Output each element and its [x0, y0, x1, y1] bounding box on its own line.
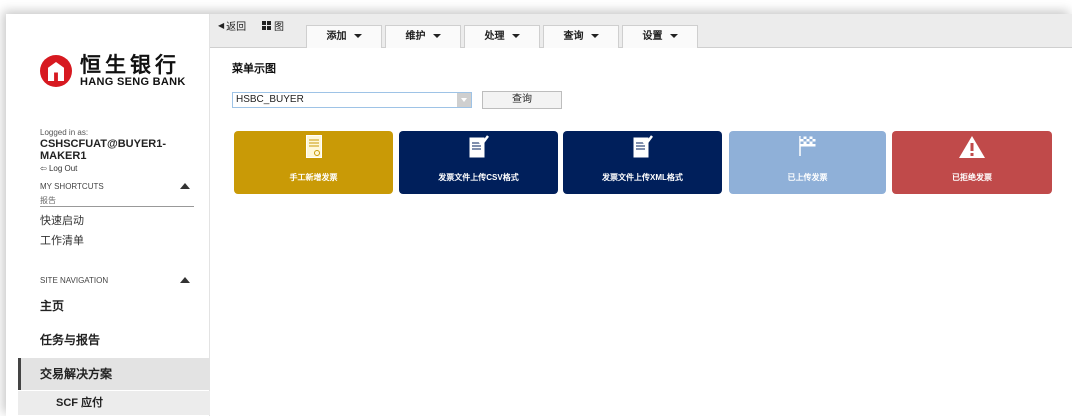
logout-link[interactable]: ⇦ Log Out	[40, 164, 209, 173]
site-navigation-header[interactable]: SITE NAVIGATION	[40, 276, 194, 285]
document-check-icon	[469, 135, 489, 158]
chevron-down-icon	[511, 34, 520, 39]
tile-label: 发票文件上传CSV格式	[438, 173, 519, 182]
back-label: 返回	[226, 22, 247, 33]
back-button[interactable]: ◀ 返回	[218, 18, 246, 33]
diagram-label: 图	[274, 22, 284, 33]
chevron-down-icon	[432, 34, 441, 39]
page-title: 菜单示图	[232, 63, 276, 75]
tab-add[interactable]: 添加	[306, 25, 382, 48]
brand-name-en: HANG SENG BANK	[80, 76, 186, 88]
login-info: Logged in as: CSHSCFUAT@BUYER1-MAKER1 ⇦ …	[40, 128, 209, 173]
shortcut-item-quick-start[interactable]: 快速启动	[40, 212, 84, 228]
nav-item-tasks-reports[interactable]: 任务与报告	[18, 324, 210, 356]
nav-item-trade-solutions[interactable]: 交易解决方案	[18, 358, 210, 390]
sidebar: 恒生银行 HANG SENG BANK Logged in as: CSHSCF…	[6, 14, 210, 416]
shortcuts-title: MY SHORTCUTS	[40, 182, 104, 191]
bank-logo[interactable]: 恒生银行 HANG SENG BANK	[40, 54, 186, 88]
tile-upload-csv[interactable]: 发票文件上传CSV格式	[399, 131, 558, 194]
username: CSHSCFUAT@BUYER1-MAKER1	[40, 138, 167, 162]
logout-label: Log Out	[48, 164, 78, 173]
buyer-select-value: HSBC_BUYER	[236, 94, 304, 105]
top-menu-bar: ◀ 返回 图 添加 维护 处理 查询 设置	[210, 14, 1072, 48]
flag-icon	[798, 136, 815, 156]
query-button[interactable]: 查询	[482, 91, 562, 109]
chevron-down-icon	[353, 34, 362, 39]
chevron-down-icon	[669, 34, 678, 39]
logged-in-label: Logged in as:	[40, 128, 89, 137]
tile-manual-add-invoice[interactable]: 手工新增发票	[234, 131, 393, 194]
tab-settings[interactable]: 设置	[622, 25, 698, 48]
collapse-up-icon[interactable]	[180, 277, 190, 283]
tile-uploaded-invoices[interactable]: 已上传发票	[729, 131, 886, 194]
tab-query[interactable]: 查询	[543, 25, 619, 48]
tile-label: 已上传发票	[787, 173, 828, 182]
shortcuts-header[interactable]: MY SHORTCUTS	[40, 182, 194, 191]
app-window: 恒生银行 HANG SENG BANK Logged in as: CSHSCF…	[6, 14, 1072, 416]
divider	[40, 206, 194, 207]
buyer-select[interactable]: HSBC_BUYER	[232, 92, 472, 108]
shortcut-item-worklist[interactable]: 工作清单	[40, 232, 84, 248]
warning-icon	[959, 136, 985, 158]
chevron-down-icon	[590, 34, 599, 39]
document-check-icon	[633, 135, 653, 158]
back-arrow-icon: ◀	[218, 21, 225, 30]
nav-item-home[interactable]: 主页	[18, 290, 210, 322]
document-icon	[305, 135, 322, 158]
brand-name-cn: 恒生银行	[80, 52, 180, 77]
hang-seng-logo-icon	[40, 55, 72, 87]
site-navigation-title: SITE NAVIGATION	[40, 276, 109, 285]
nav-sub-item-scf-payable[interactable]: SCF 应付	[18, 391, 210, 415]
tile-label: 已拒绝发票	[952, 173, 992, 182]
collapse-up-icon[interactable]	[180, 183, 190, 189]
tab-maintain[interactable]: 维护	[385, 25, 461, 48]
dropdown-arrow-icon[interactable]	[457, 93, 471, 107]
logout-icon: ⇦	[40, 164, 47, 173]
tile-label: 发票文件上传XML格式	[602, 173, 683, 182]
grid-icon	[262, 21, 271, 30]
tab-process[interactable]: 处理	[464, 25, 540, 48]
tile-rejected-invoices[interactable]: 已拒绝发票	[892, 131, 1052, 194]
shortcut-item-report[interactable]: 报告	[40, 195, 56, 206]
tile-upload-xml[interactable]: 发票文件上传XML格式	[563, 131, 722, 194]
diagram-view-button[interactable]: 图	[262, 18, 284, 33]
tile-label: 手工新增发票	[289, 173, 338, 182]
